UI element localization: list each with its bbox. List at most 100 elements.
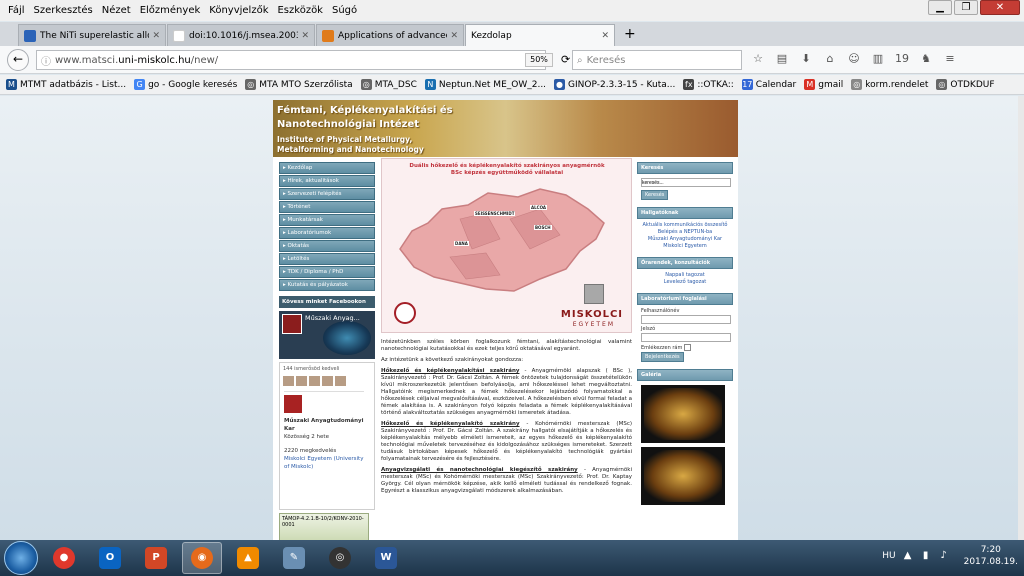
network-icon[interactable]: ▮ (920, 550, 932, 562)
spec-2-title[interactable]: Hőkezelő és képlékenyalakító szakirány (381, 421, 520, 427)
maximize-button[interactable]: ❐ (954, 0, 978, 15)
search-icon: ⌕ (577, 54, 583, 66)
addon-icon[interactable]: ♞ (918, 51, 934, 67)
page-scrollbar[interactable] (1018, 96, 1024, 540)
students-link[interactable]: Belépés a NEPTUN-ba (641, 229, 729, 236)
tamop-banner[interactable]: TÁMOP-4.2.1.B-10/2/KONV-2010-0001 (279, 513, 369, 540)
start-button[interactable] (4, 541, 38, 575)
schedule-link[interactable]: Nappali tagozat (641, 272, 729, 279)
search-input[interactable]: ⌕ Keresés (572, 50, 742, 70)
gallery-video-thumbnail[interactable] (641, 385, 725, 443)
tab-close-icon[interactable]: ✕ (301, 31, 309, 41)
tab-close-icon[interactable]: ✕ (152, 31, 160, 41)
bookmark-item[interactable]: ◎ MTA MTO Szerzőlista (245, 79, 353, 90)
tab-label: Applications of advanced tra (338, 30, 448, 41)
spec-1-title[interactable]: Hőkezelő és képlékenyalakítási szakirány (381, 368, 519, 374)
menu-edit[interactable]: Szerkesztés (34, 5, 93, 16)
tab-doi[interactable]: doi:10.1016/j.msea.2003.12.061 - S ✕ (167, 24, 315, 46)
taskbar-tool[interactable]: ✎ (274, 542, 314, 574)
outlook-icon: O (99, 547, 121, 569)
bookmark-star-icon[interactable]: ☆ (750, 51, 766, 67)
menu-view[interactable]: Nézet (102, 5, 131, 16)
username-field[interactable] (641, 315, 731, 324)
nav-item-structure[interactable]: ▸ Szervezeti felépítés (279, 188, 375, 200)
tab-kezdolap[interactable]: Kezdolap ✕ (465, 24, 615, 46)
hungary-map-shape (399, 188, 605, 292)
volume-icon[interactable]: ♪ (938, 550, 950, 562)
bookmark-item[interactable]: N Neptun.Net ME_OW_2... (424, 79, 546, 90)
schedule-link[interactable]: Levelező tagozat (641, 279, 729, 286)
taskbar-vlc[interactable]: ▲ (228, 542, 268, 574)
nav-item-research[interactable]: ▸ Kutatás és pályázatok (279, 279, 375, 291)
bookmark-item[interactable]: ◎ korm.rendelet (851, 79, 928, 90)
menu-help[interactable]: Súgó (332, 5, 357, 16)
clock[interactable]: 7:20 2017.08.19. (964, 544, 1018, 568)
menu-file[interactable]: Fájl (8, 5, 25, 16)
menu-bookmarks[interactable]: Könyvjelzők (209, 5, 268, 16)
nav-item-download[interactable]: ▸ Letöltés (279, 253, 375, 265)
nav-item-staff[interactable]: ▸ Munkatársak (279, 214, 375, 226)
password-field[interactable] (641, 333, 731, 342)
new-tab-button[interactable]: + (624, 26, 636, 42)
download-icon[interactable]: ⬇ (798, 51, 814, 67)
friend-avatars (283, 376, 371, 386)
close-button[interactable]: ✕ (980, 0, 1020, 15)
taskbar-obs[interactable]: ◎ (320, 542, 360, 574)
menu-tools[interactable]: Eszközök (277, 5, 323, 16)
nav-item-home[interactable]: ▸ Kezdőlap (279, 162, 375, 174)
site-search-input[interactable] (641, 178, 731, 187)
home-icon[interactable]: ⌂ (822, 51, 838, 67)
extension-icon[interactable]: ☺ (846, 51, 862, 67)
minimize-button[interactable]: ▁ (928, 0, 952, 15)
globe-icon: ◎ (360, 79, 372, 90)
nav-item-news[interactable]: ▸ Hírek, aktualitások (279, 175, 375, 187)
remember-checkbox[interactable] (683, 344, 691, 351)
nav-item-tdk[interactable]: ▸ TDK / Diploma / PhD (279, 266, 375, 278)
students-link[interactable]: Aktuális kommunikációs összesítő (641, 222, 729, 229)
facebook-widget[interactable]: Műszaki Anyag... (279, 311, 375, 359)
bookmark-item[interactable]: M MTMT adatbázis - List... (6, 79, 126, 90)
language-indicator[interactable]: HU (882, 551, 895, 561)
reload-icon[interactable]: ⟳ (561, 53, 570, 66)
navigation-bar: ← ⓘ www.matsci.uni-miskolc.hu/new/ 50% ⟳… (0, 46, 1024, 74)
info-icon[interactable]: ⓘ (41, 53, 51, 68)
url-bar[interactable]: ⓘ www.matsci.uni-miskolc.hu/new/ 50% ⟳ (36, 50, 570, 70)
site-search-button[interactable]: Keresés (641, 190, 669, 200)
username-label: Felhasználónév (641, 308, 680, 314)
calendar-icon[interactable]: 19 (894, 51, 910, 67)
bookmark-item[interactable]: ◎ MTA_DSC (360, 79, 417, 90)
reader-icon[interactable]: ▤ (774, 51, 790, 67)
bookmark-item[interactable]: Ggo - Google keresés (134, 79, 237, 90)
taskbar-powerpoint[interactable]: P (136, 542, 176, 574)
nav-item-education[interactable]: ▸ Oktatás (279, 240, 375, 252)
bookmark-item[interactable]: fx::OTKA:: (683, 79, 734, 90)
word-icon: W (375, 547, 397, 569)
taskbar-chrome[interactable]: ● (44, 542, 84, 574)
bookmark-item[interactable]: ◎ OTDKDUF (936, 79, 995, 90)
extension2-icon[interactable]: ▥ (870, 51, 886, 67)
nav-item-history[interactable]: ▸ Történet (279, 201, 375, 213)
bookmark-item[interactable]: ● GINOP-2.3.3-15 - Kuta... (554, 79, 675, 90)
tray-arrow-icon[interactable]: ▲ (902, 550, 914, 562)
taskbar-outlook[interactable]: O (90, 542, 130, 574)
taskbar-firefox[interactable]: ◉ (182, 542, 222, 574)
nav-item-labs[interactable]: ▸ Laboratóriumok (279, 227, 375, 239)
university-logo: MISKOLCI (560, 309, 623, 320)
hamburger-menu-icon[interactable]: ≡ (942, 51, 958, 67)
bookmark-item[interactable]: 17 Calendar (741, 79, 796, 90)
menu-history[interactable]: Előzmények (140, 5, 201, 16)
tab-close-icon[interactable]: ✕ (601, 31, 609, 41)
spec-3-title[interactable]: Anyagvizsgálati és nanotechnológiai kieg… (381, 467, 578, 473)
zoom-indicator[interactable]: 50% (525, 53, 553, 67)
back-button[interactable]: ← (7, 48, 29, 71)
tab-close-icon[interactable]: ✕ (450, 31, 458, 41)
bookmark-item[interactable]: Mgmail (804, 79, 843, 90)
students-link[interactable]: Miskolci Egyetem (641, 243, 729, 250)
login-button[interactable]: Bejelentkezés (641, 352, 684, 362)
students-link[interactable]: Műszaki Anyagtudományi Kar (641, 236, 729, 243)
tab-niti[interactable]: The NiTi superelastic alloy ap ✕ (18, 24, 166, 46)
gallery-video-thumbnail[interactable] (641, 447, 725, 505)
tab-applications[interactable]: Applications of advanced tra ✕ (316, 24, 464, 46)
taskbar-word[interactable]: W (366, 542, 406, 574)
globe-icon: ◎ (851, 79, 863, 90)
